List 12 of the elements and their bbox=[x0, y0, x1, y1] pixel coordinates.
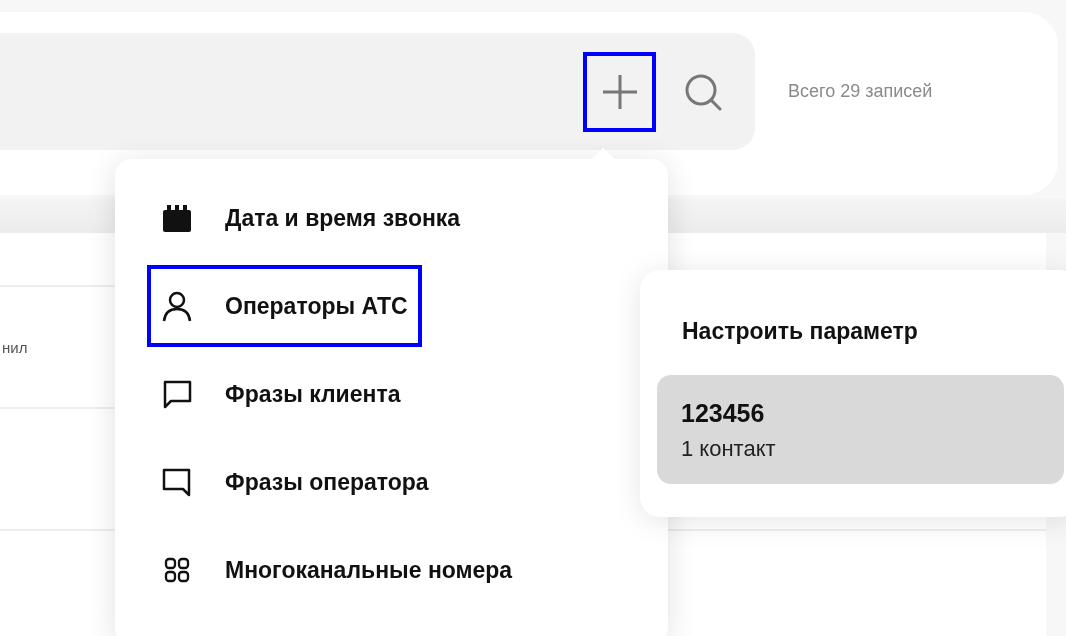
option-name: 123456 bbox=[681, 399, 766, 428]
menu-item[interactable]: Фразы оператора bbox=[147, 441, 443, 523]
menu-item[interactable]: Дата и время звонка bbox=[147, 177, 475, 259]
table-cell: нил bbox=[2, 338, 28, 356]
option-detail: 1 контакт bbox=[681, 436, 777, 462]
menu-item[interactable]: Многоканальные номера bbox=[147, 529, 527, 611]
add-button[interactable] bbox=[583, 51, 656, 132]
parameter-option[interactable]: 123456 1 контакт bbox=[657, 375, 1064, 484]
menu-item[interactable]: Фразы клиента bbox=[147, 353, 415, 435]
record-count: Всего 29 записей bbox=[788, 81, 933, 102]
menu-item[interactable]: Операторы АТС bbox=[147, 265, 422, 347]
popup-title: Настроить параметр bbox=[682, 318, 919, 345]
